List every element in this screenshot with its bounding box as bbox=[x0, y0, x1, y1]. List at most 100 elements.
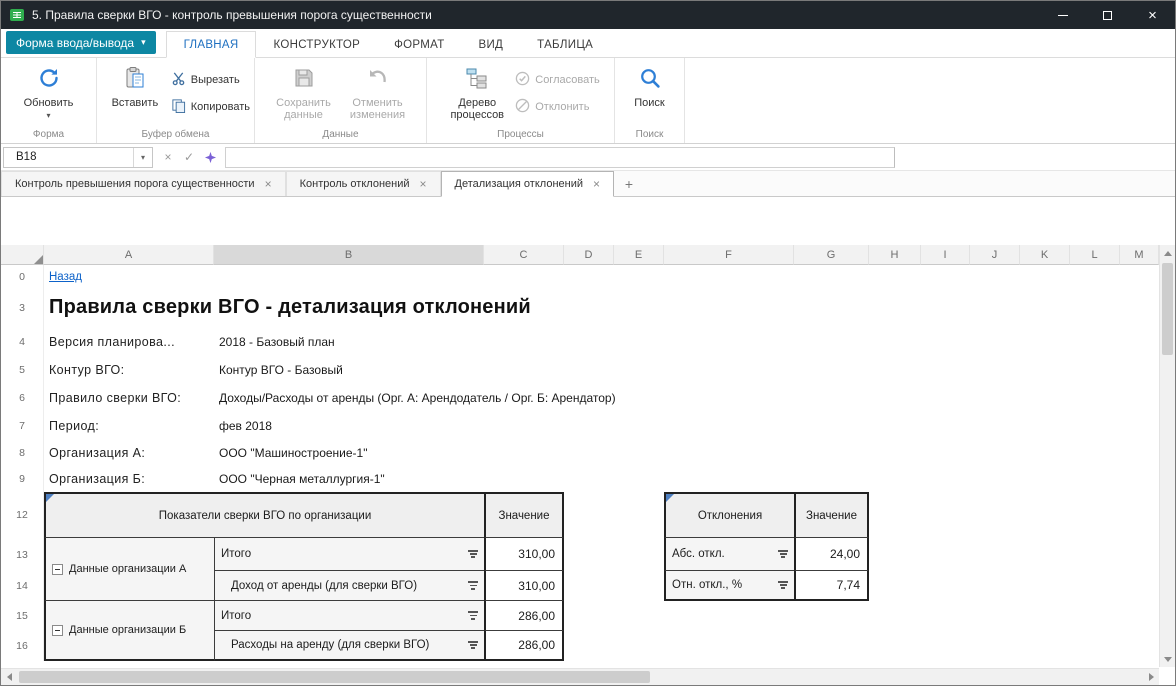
doc-tab-label: Контроль превышения порога существенност… bbox=[15, 178, 255, 190]
horizontal-scroll-track[interactable] bbox=[17, 669, 1143, 685]
ribbon-tab-tablica[interactable]: ТАБЛИЦА bbox=[520, 32, 610, 57]
maximize-button[interactable] bbox=[1085, 1, 1130, 29]
table-row-label[interactable]: Абс. откл. bbox=[664, 538, 794, 571]
table-cell-value[interactable]: 310,00 bbox=[484, 571, 564, 601]
scroll-right-button[interactable] bbox=[1143, 669, 1159, 685]
function-wizard-icon[interactable] bbox=[201, 148, 219, 166]
filter-icon[interactable] bbox=[462, 581, 478, 589]
row-header[interactable]: 5 bbox=[1, 356, 44, 384]
add-tab-button[interactable]: + bbox=[614, 171, 644, 196]
row-header[interactable]: 9 bbox=[1, 466, 44, 492]
table-cell-value[interactable]: 286,00 bbox=[484, 601, 564, 631]
close-button[interactable]: × bbox=[1130, 1, 1175, 29]
column-header[interactable]: M bbox=[1120, 245, 1159, 265]
back-link[interactable]: Назад bbox=[44, 265, 214, 288]
vertical-scroll-track[interactable] bbox=[1160, 261, 1175, 651]
form-io-menu-label: Форма ввода/вывода bbox=[16, 36, 134, 50]
horizontal-scrollbar[interactable] bbox=[1, 668, 1159, 685]
filter-icon[interactable] bbox=[772, 550, 788, 558]
copy-button[interactable]: Копировать bbox=[171, 98, 250, 116]
column-header[interactable]: D bbox=[564, 245, 614, 265]
table-row-label[interactable]: Итого bbox=[214, 601, 484, 631]
reject-button[interactable]: Отклонить bbox=[515, 98, 589, 116]
filter-icon[interactable] bbox=[462, 641, 478, 649]
table-row-label[interactable]: Расходы на аренду (для сверки ВГО) bbox=[214, 631, 484, 661]
ribbon-tab-format[interactable]: ФОРМАТ bbox=[377, 32, 461, 57]
copy-label: Копировать bbox=[191, 101, 250, 113]
column-header[interactable]: G bbox=[794, 245, 869, 265]
column-header[interactable]: E bbox=[614, 245, 664, 265]
approve-button[interactable]: Согласовать bbox=[515, 71, 599, 89]
minimize-button[interactable] bbox=[1040, 1, 1085, 29]
table-row-label[interactable]: Отн. откл., % bbox=[664, 571, 794, 601]
row-header[interactable]: 8 bbox=[1, 440, 44, 466]
close-icon[interactable]: × bbox=[420, 178, 427, 190]
scroll-left-button[interactable] bbox=[1, 669, 17, 685]
undo-changes-button[interactable]: Отменить изменения bbox=[342, 61, 414, 122]
table-row-label[interactable]: Итого bbox=[214, 538, 484, 571]
row-header[interactable]: 4 bbox=[1, 327, 44, 356]
column-header[interactable]: H bbox=[869, 245, 921, 265]
row-header[interactable]: 16 bbox=[1, 631, 44, 661]
ribbon-tab-konstruktor[interactable]: КОНСТРУКТОР bbox=[256, 32, 377, 57]
select-all-corner[interactable] bbox=[1, 245, 44, 265]
chevron-down-icon[interactable]: ▾ bbox=[133, 148, 152, 167]
column-header[interactable]: C bbox=[484, 245, 564, 265]
form-io-menu-button[interactable]: Форма ввода/вывода ▾ bbox=[6, 31, 156, 54]
paste-button[interactable]: Вставить bbox=[101, 61, 169, 109]
horizontal-scroll-thumb[interactable] bbox=[19, 671, 650, 683]
cell-reference-box[interactable]: B18 ▾ bbox=[3, 147, 153, 168]
row-header[interactable]: 14 bbox=[1, 571, 44, 601]
cancel-entry-icon[interactable]: × bbox=[159, 148, 177, 166]
row-header[interactable]: 15 bbox=[1, 601, 44, 631]
doc-tab-kontrol-otkloneniy[interactable]: Контроль отклонений × bbox=[286, 171, 441, 196]
filter-icon[interactable] bbox=[462, 550, 478, 558]
table-cell-value[interactable]: 7,74 bbox=[794, 571, 869, 601]
row-header[interactable]: 7 bbox=[1, 412, 44, 440]
close-icon[interactable]: × bbox=[593, 178, 600, 190]
row-header[interactable]: 0 bbox=[1, 265, 44, 288]
process-tree-button[interactable]: Дерево процессов bbox=[441, 61, 513, 122]
scroll-up-button[interactable] bbox=[1160, 245, 1175, 261]
row-header[interactable]: 12 bbox=[1, 492, 44, 538]
filter-icon[interactable] bbox=[772, 581, 788, 589]
table-cell-value[interactable]: 310,00 bbox=[484, 538, 564, 571]
titlebar: 5. Правила сверки ВГО - контроль превыше… bbox=[1, 1, 1175, 29]
group-cell-org-b[interactable]: Данные организации Б bbox=[44, 601, 214, 661]
confirm-entry-icon[interactable]: ✓ bbox=[180, 148, 198, 166]
row-header[interactable]: 6 bbox=[1, 384, 44, 412]
collapse-icon[interactable] bbox=[52, 564, 63, 575]
save-data-button[interactable]: Сохранить данные bbox=[268, 61, 340, 122]
close-icon[interactable]: × bbox=[265, 178, 272, 190]
filter-icon[interactable] bbox=[462, 611, 478, 619]
paste-icon bbox=[123, 66, 147, 94]
cut-button[interactable]: Вырезать bbox=[171, 71, 240, 89]
column-header[interactable]: F bbox=[664, 245, 794, 265]
doc-tab-kontrol-poroga[interactable]: Контроль превышения порога существенност… bbox=[1, 171, 286, 196]
formula-input[interactable] bbox=[225, 147, 895, 168]
column-header[interactable]: J bbox=[970, 245, 1020, 265]
window-title: 5. Правила сверки ВГО - контроль превыше… bbox=[32, 8, 432, 22]
row-header[interactable]: 13 bbox=[1, 538, 44, 571]
ribbon-tab-glavnaya[interactable]: ГЛАВНАЯ bbox=[166, 31, 257, 58]
vertical-scroll-thumb[interactable] bbox=[1162, 263, 1173, 355]
column-header[interactable]: K bbox=[1020, 245, 1070, 265]
table-row-label[interactable]: Доход от аренды (для сверки ВГО) bbox=[214, 571, 484, 601]
table-cell-value[interactable]: 286,00 bbox=[484, 631, 564, 661]
search-button[interactable]: Поиск bbox=[619, 61, 680, 109]
group-label-data: Данные bbox=[255, 128, 426, 143]
row-header[interactable]: 3 bbox=[1, 288, 44, 327]
column-header[interactable]: A bbox=[44, 245, 214, 265]
table-cell-value[interactable]: 24,00 bbox=[794, 538, 869, 571]
ribbon-tab-vid[interactable]: ВИД bbox=[462, 32, 521, 57]
refresh-button[interactable]: Обновить ▾ bbox=[13, 61, 85, 120]
doc-tab-detalizaciya[interactable]: Детализация отклонений × bbox=[441, 171, 615, 197]
scroll-down-button[interactable] bbox=[1160, 651, 1175, 667]
vertical-scrollbar[interactable] bbox=[1159, 245, 1175, 667]
group-cell-org-a[interactable]: Данные организации А bbox=[44, 538, 214, 601]
collapse-icon[interactable] bbox=[52, 625, 63, 636]
column-header[interactable]: L bbox=[1070, 245, 1120, 265]
info-value: ООО "Машиностроение-1" bbox=[214, 440, 664, 466]
column-header[interactable]: I bbox=[921, 245, 970, 265]
column-header[interactable]: B bbox=[214, 245, 484, 265]
